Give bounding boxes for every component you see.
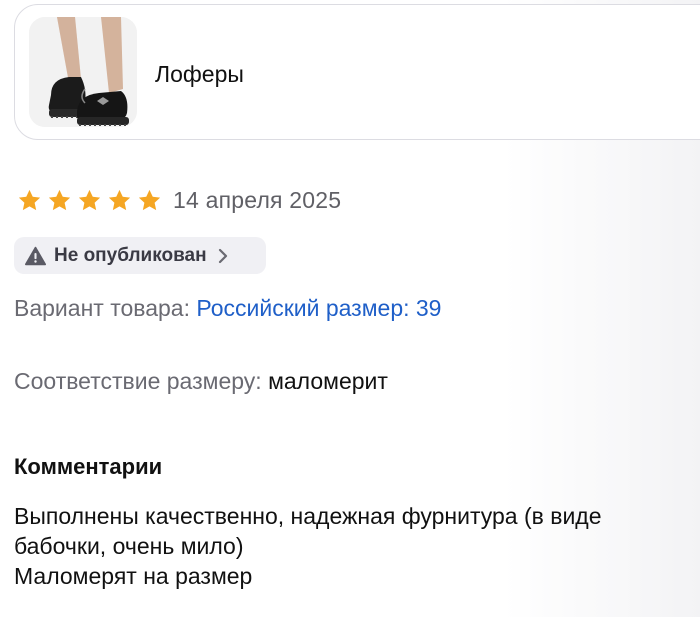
comment-text: Выполнены качественно, надежная фурнитур… bbox=[14, 501, 694, 591]
product-variant: Вариант товара: Российский размер: 39 bbox=[14, 295, 441, 322]
product-thumbnail[interactable] bbox=[29, 17, 137, 127]
comments-heading: Комментарии bbox=[14, 454, 163, 479]
variant-label: Вариант товара: bbox=[14, 295, 190, 321]
rating-row: 14 апреля 2025 bbox=[17, 187, 341, 214]
status-label: Не опубликован bbox=[54, 244, 207, 266]
comment-line: Выполнены качественно, надежная фурнитур… bbox=[14, 503, 602, 529]
variant-value-link[interactable]: Российский размер: 39 bbox=[196, 295, 441, 321]
star-icon bbox=[78, 189, 101, 211]
warning-triangle-icon bbox=[25, 246, 46, 265]
review-date: 14 апреля 2025 bbox=[173, 187, 342, 213]
star-icon bbox=[108, 189, 131, 211]
size-fit-value: маломерит bbox=[268, 368, 388, 394]
product-card[interactable]: Лоферы bbox=[14, 4, 700, 140]
chevron-right-icon bbox=[218, 248, 227, 263]
comment-line: Маломерят на размер bbox=[14, 563, 253, 589]
star-icon bbox=[138, 189, 161, 211]
size-fit-label: Соответствие размеру: bbox=[14, 368, 262, 394]
status-badge[interactable]: Не опубликован bbox=[14, 237, 266, 274]
star-icon bbox=[18, 189, 41, 211]
star-icon bbox=[48, 189, 71, 211]
loafers-photo bbox=[29, 17, 137, 127]
comment-line: бабочки, очень мило) bbox=[14, 533, 244, 559]
size-fit: Соответствие размеру: маломерит bbox=[14, 368, 388, 395]
product-title[interactable]: Лоферы bbox=[155, 61, 244, 88]
